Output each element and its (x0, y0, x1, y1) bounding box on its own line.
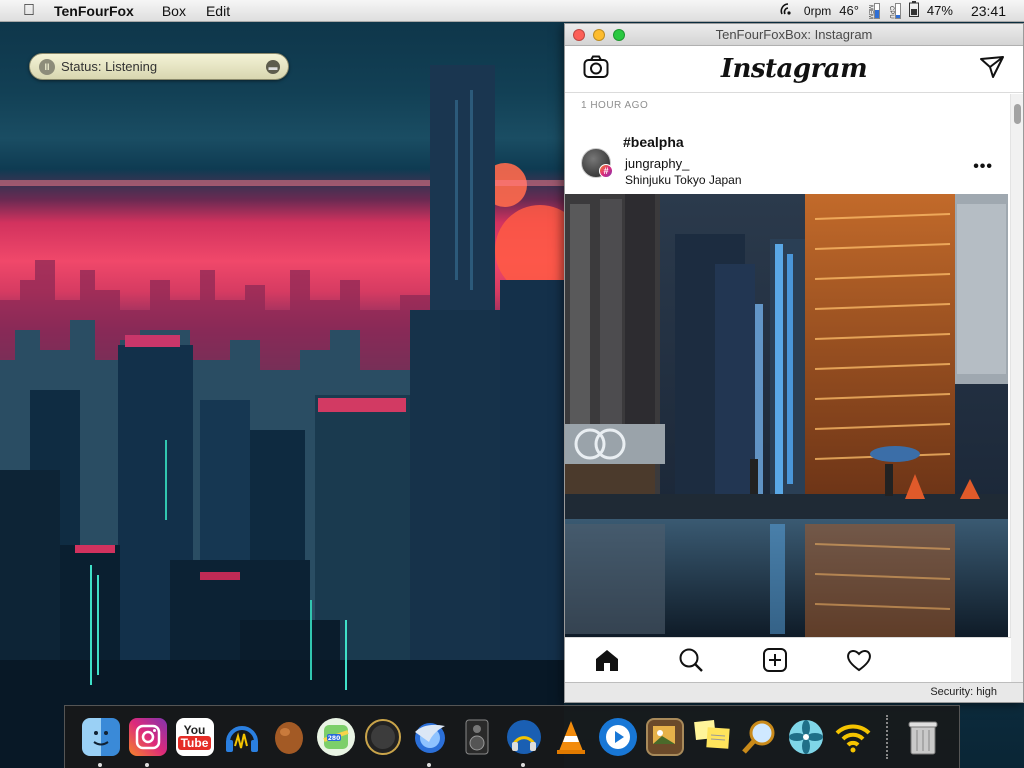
security-status: Security: high (930, 686, 997, 698)
new-post-icon[interactable] (760, 645, 790, 675)
dock-preview[interactable] (643, 716, 686, 759)
instagram-bottom-nav (565, 637, 1011, 682)
dock-player[interactable] (596, 716, 639, 759)
menubar-clock[interactable]: 23:41 (971, 3, 1006, 19)
menu-toggle-icon[interactable]: ▬ (266, 59, 280, 74)
dock-potato[interactable] (267, 716, 310, 759)
app-menu[interactable]: TenFourFox (54, 3, 134, 19)
mem-level-fill (874, 9, 879, 18)
menu-bar:  TenFourFox Box Edit 0rpm 46° MEM CPU 4… (0, 0, 1024, 22)
camera-icon[interactable] (583, 55, 609, 84)
mem-meter: MEM (866, 2, 880, 19)
pause-icon[interactable]: II (39, 58, 55, 75)
dock-instagram[interactable] (126, 716, 169, 767)
window-title: TenFourFoxBox: Instagram (715, 27, 873, 42)
mem-label: MEM (866, 4, 873, 19)
battery-percent: 47% (926, 3, 953, 18)
fan-icon (787, 718, 825, 756)
running-indicator (145, 762, 149, 767)
dock-magnifier[interactable] (737, 716, 780, 759)
cpu-label: CPU (887, 5, 894, 19)
minimize-button[interactable] (593, 28, 605, 41)
dock-tenfourfox[interactable] (408, 716, 451, 767)
search-icon[interactable] (676, 645, 706, 675)
battery-icon[interactable] (908, 1, 919, 20)
hashtag-badge: # (599, 164, 613, 178)
post-photo[interactable] (565, 194, 1008, 639)
menu-edit[interactable]: Edit (206, 3, 230, 19)
dock-speaker[interactable] (455, 716, 498, 759)
more-options-icon[interactable]: ••• (973, 158, 993, 176)
post-location[interactable]: Shinjuku Tokyo Japan (625, 173, 742, 187)
running-indicator (98, 762, 102, 767)
close-button[interactable] (573, 28, 585, 41)
instagram-icon (128, 718, 167, 756)
dock-stickies[interactable] (690, 716, 733, 759)
dock-youtube[interactable]: You Tube (173, 716, 216, 759)
magnifier-icon (740, 718, 778, 756)
running-indicator (427, 762, 431, 767)
youtube-icon: You Tube (175, 718, 214, 756)
menu-extras: 0rpm 46° MEM CPU 47% 23:41 (780, 1, 1024, 20)
dock-maps[interactable]: 280 (314, 716, 357, 759)
apple-menu-icon[interactable]:  (18, 2, 40, 20)
speaker-icon (458, 718, 496, 756)
dock-vlc[interactable] (549, 716, 592, 759)
trash-icon (904, 718, 942, 756)
status-text: Status: Listening (61, 59, 158, 74)
window-statusbar: Security: high (565, 682, 1023, 702)
dock-podcast[interactable] (502, 716, 545, 767)
activity-heart-icon[interactable] (844, 645, 874, 675)
cpu-meter: CPU (887, 2, 901, 19)
tokyo-street-photo (565, 194, 1008, 639)
dock: You Tube 280 (64, 705, 960, 768)
instagram-logo[interactable]: Instagram (721, 54, 868, 84)
scrollbar-thumb[interactable] (1014, 104, 1021, 124)
post-username[interactable]: jungraphy_ (625, 156, 689, 171)
sphere-icon (364, 718, 402, 756)
maps-icon: 280 (316, 718, 355, 756)
browser-window: TenFourFoxBox: Instagram Instagram 1 HOU… (564, 23, 1024, 703)
menu-box[interactable]: Box (162, 3, 186, 19)
dock-audio[interactable] (220, 716, 263, 759)
vertical-scrollbar[interactable] (1010, 94, 1023, 682)
city-wallpaper (0, 65, 564, 768)
preview-icon (645, 718, 684, 756)
wifi-icon (834, 718, 872, 756)
podcast-icon (505, 718, 543, 756)
running-indicator (521, 762, 525, 767)
cpu-level-fill (895, 15, 900, 18)
dock-separator (886, 715, 889, 759)
maps-icon-label: 280 (327, 735, 340, 742)
post-hashtag[interactable]: #bealpha (623, 134, 684, 150)
potato-icon (270, 718, 308, 756)
stickies-icon (693, 718, 731, 756)
fan-speed: 0rpm (803, 3, 832, 18)
headphones-icon (223, 718, 261, 756)
finder-icon (81, 718, 120, 756)
vlc-cone-icon (552, 718, 590, 756)
direct-message-icon[interactable] (979, 55, 1005, 84)
play-icon (598, 718, 637, 756)
dock-fan[interactable] (784, 716, 827, 759)
tenfourfox-icon (411, 718, 449, 756)
zoom-button[interactable] (613, 28, 625, 41)
dock-sphere[interactable] (361, 716, 404, 759)
dock-trash[interactable] (901, 716, 944, 759)
window-titlebar[interactable]: TenFourFoxBox: Instagram (565, 24, 1023, 46)
home-icon[interactable] (592, 645, 622, 675)
dock-finder[interactable] (79, 716, 122, 767)
airplay-icon[interactable] (780, 2, 796, 19)
post-time-ago: 1 HOUR AGO (581, 100, 649, 111)
feed[interactable]: 1 HOUR AGO #bealpha # jungraphy_ Shinjuk… (565, 94, 1011, 682)
instagram-header: Instagram (565, 46, 1023, 93)
post-header: #bealpha # jungraphy_ Shinjuku Tokyo Jap… (565, 128, 1011, 194)
temperature: 46° (839, 3, 859, 18)
dock-wifi[interactable] (831, 716, 874, 759)
status-widget: II Status: Listening ▬ (29, 53, 289, 80)
